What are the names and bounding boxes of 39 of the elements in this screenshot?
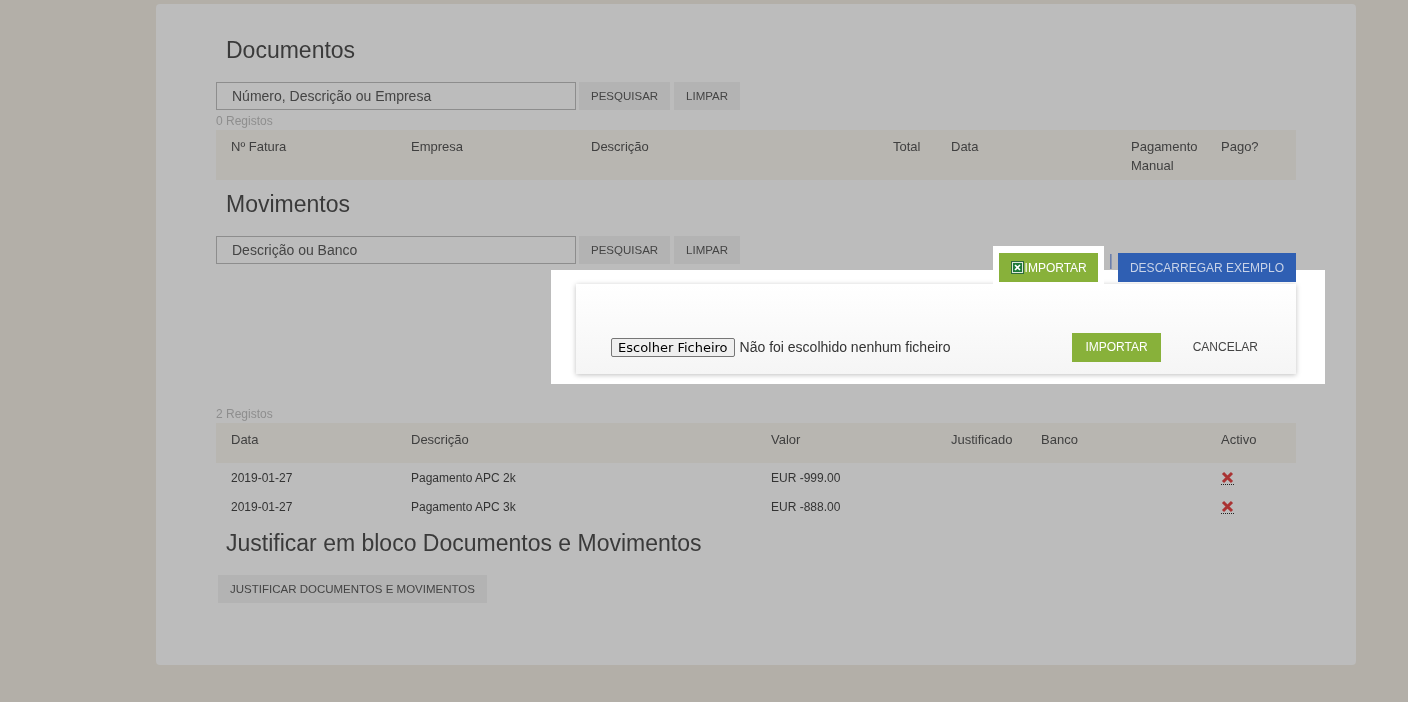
column-header: Descrição — [591, 138, 650, 156]
clear-button[interactable]: LIMPAR — [674, 236, 741, 264]
file-status: Não foi escolhido nenhum ficheiro — [739, 339, 951, 355]
column-header: Nº Fatura — [231, 138, 288, 156]
column-header: Activo — [1221, 431, 1258, 449]
table-cell-text: 2019-01-27 — [231, 499, 294, 514]
column-header: Data — [231, 431, 260, 449]
section-title: Documentos — [226, 36, 357, 65]
table-cell-text: EUR -888.00 — [771, 499, 842, 514]
justify-button[interactable]: JUSTIFICAR DOCUMENTOS E MOVIMENTOS — [218, 575, 487, 603]
search-field[interactable]: Número, Descrição ou Empresa — [216, 82, 576, 110]
search-button[interactable]: PESQUISAR — [579, 82, 671, 110]
column-header: Data — [951, 138, 980, 156]
table-cell-text: 2019-01-27 — [231, 470, 294, 485]
import-button[interactable]: IMPORTAR — [998, 253, 1098, 282]
column-header: Pagamento Manual — [1131, 138, 1199, 175]
import-button[interactable]: IMPORTAR — [1072, 332, 1161, 362]
separator: | — [1108, 252, 1113, 270]
cross-icon[interactable] — [1221, 470, 1234, 485]
search-field[interactable]: Descrição ou Banco — [216, 236, 576, 264]
column-header: Valor — [771, 431, 802, 449]
spreadsheet-icon — [1010, 261, 1024, 274]
column-header: Descrição — [411, 431, 470, 449]
column-header: Total — [893, 138, 922, 156]
search-button[interactable]: PESQUISAR — [579, 236, 671, 264]
download-button[interactable]: DESCARREGAR EXEMPLO — [1117, 253, 1296, 282]
table-cell-text: EUR -999.00 — [771, 470, 842, 485]
table-cell-text: Pagamento APC 3k — [411, 499, 517, 514]
clear-button[interactable]: LIMPAR — [674, 82, 741, 110]
column-header: Banco — [1041, 431, 1079, 449]
table-cell-text: Pagamento APC 2k — [411, 470, 517, 485]
file-button[interactable]: Escolher Ficheiro — [611, 337, 735, 357]
cross-icon[interactable] — [1221, 499, 1234, 514]
column-header: Justificado — [951, 431, 1014, 449]
cancel-button[interactable]: CANCELAR — [1186, 339, 1264, 355]
column-header: Pago? — [1221, 138, 1260, 156]
column-header: Empresa — [411, 138, 465, 156]
section-title: Movimentos — [226, 190, 351, 219]
section-title: Justificar em bloco Documentos e Movimentos — [226, 529, 703, 558]
